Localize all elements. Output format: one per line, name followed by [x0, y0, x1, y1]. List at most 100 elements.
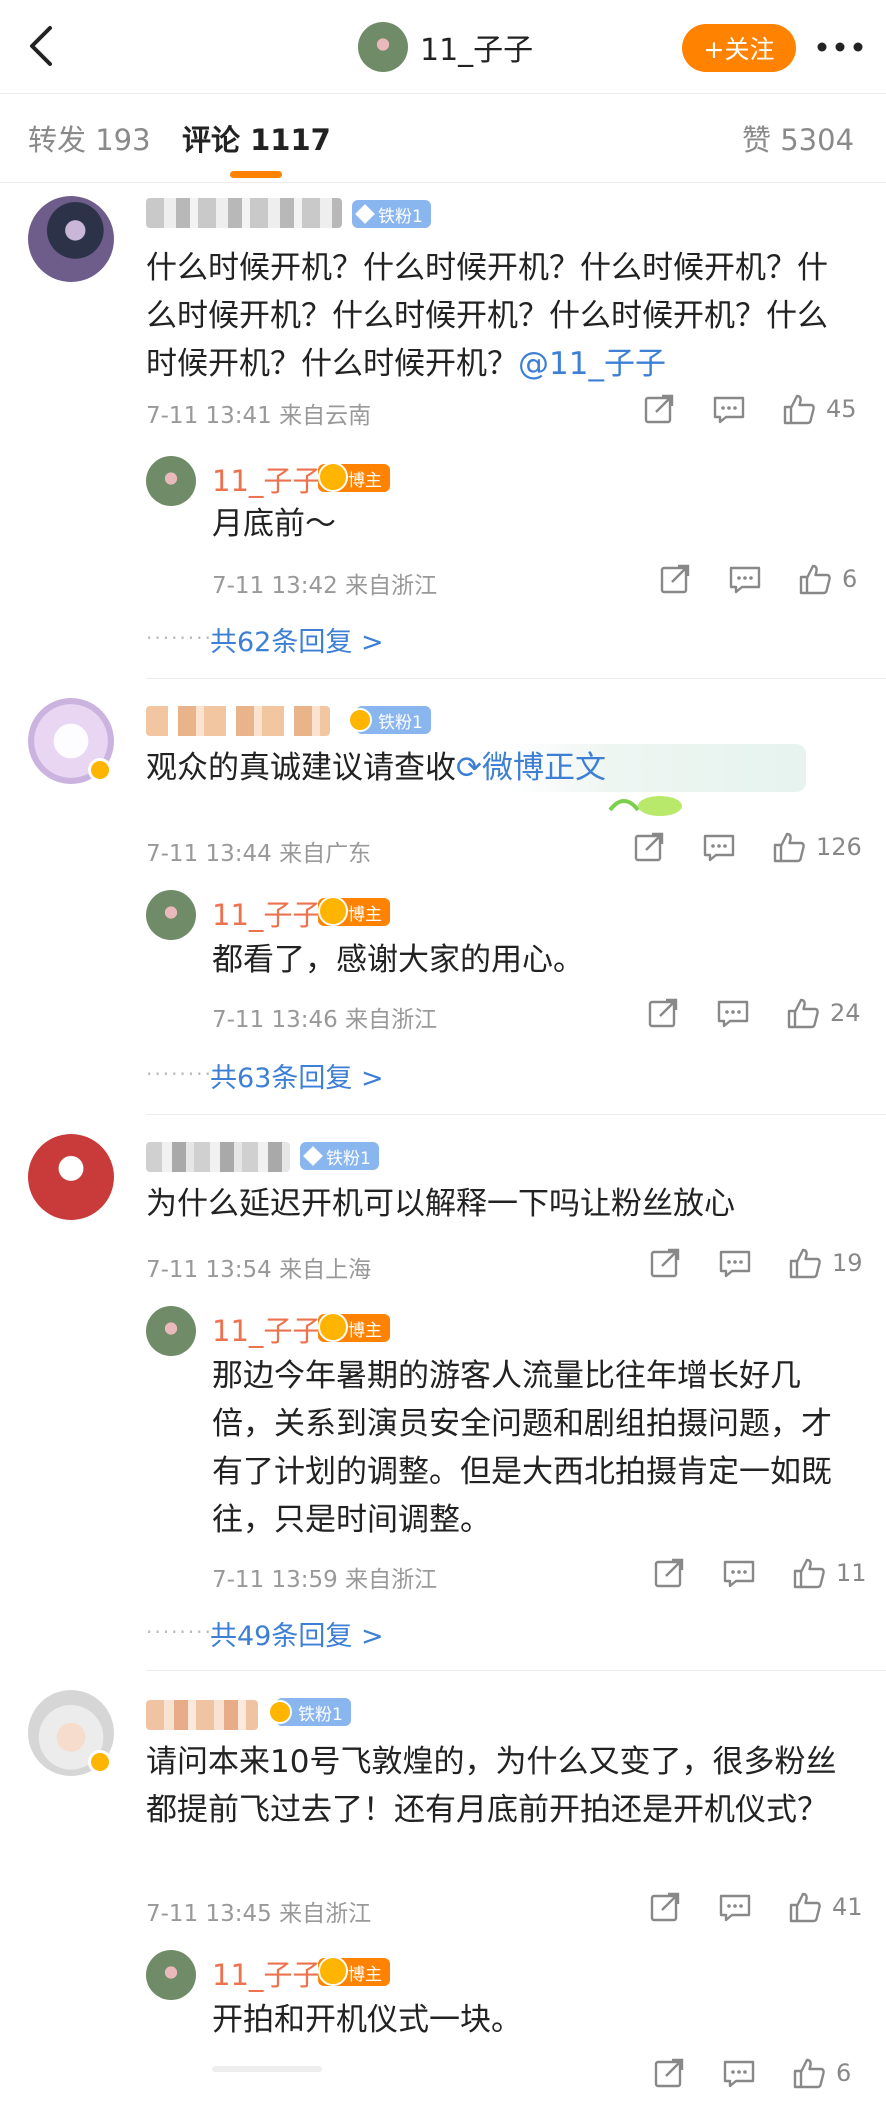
- crown-icon: [268, 1700, 292, 1724]
- more-replies-link[interactable]: 共63条回复 >: [210, 1056, 384, 1095]
- like-icon[interactable]: [788, 1246, 822, 1280]
- share-icon[interactable]: [646, 996, 680, 1030]
- divider: [146, 678, 886, 679]
- divider: [146, 1670, 886, 1671]
- like-icon[interactable]: [788, 1890, 822, 1924]
- top-bar: 11_子子 +关注: [0, 0, 886, 94]
- reply-username[interactable]: 11_子子: [212, 1308, 321, 1350]
- reply-text: 月底前～: [212, 506, 336, 542]
- comment-text: 观众的真诚建议请查收⟳微博正文: [146, 744, 806, 792]
- host-badge[interactable]: 博主: [318, 462, 390, 492]
- blurred-username[interactable]: [146, 706, 330, 736]
- host-badge[interactable]: 博主: [318, 1956, 390, 1986]
- crown-icon: [318, 1956, 348, 1986]
- comment-meta: 7-11 13:44 来自广东: [146, 841, 372, 867]
- reply-meta: 7-11 13:46 来自浙江: [212, 1007, 438, 1033]
- tab-comments[interactable]: 评论 1117: [182, 117, 331, 159]
- share-icon[interactable]: [648, 1246, 682, 1280]
- share-icon[interactable]: [648, 1890, 682, 1924]
- comment-actions: 45: [642, 392, 866, 426]
- link-icon: ⟳: [456, 750, 482, 786]
- like-count: 6: [842, 565, 858, 593]
- reply-username[interactable]: 11_子子: [212, 892, 321, 934]
- mention-link[interactable]: @11_子子: [518, 346, 666, 382]
- like-icon[interactable]: [786, 996, 820, 1030]
- comment-actions: 126: [632, 830, 862, 864]
- blurred-username[interactable]: [146, 1142, 290, 1172]
- comment-icon[interactable]: [716, 996, 750, 1030]
- reply-text: 那边今年暑期的游客人流量比往年增长好几倍，关系到演员安全问题和剧组拍摄问题，才有…: [212, 1358, 832, 1538]
- comment-meta: 7-11 13:45 来自浙江: [146, 1901, 372, 1927]
- blurred-username[interactable]: [146, 198, 342, 228]
- more-dots-icon[interactable]: [812, 30, 868, 64]
- more-replies-link[interactable]: 共49条回复 >: [210, 1614, 384, 1653]
- chevron-left-icon[interactable]: [22, 24, 62, 68]
- fan-badge[interactable]: 铁粉1: [300, 1142, 379, 1170]
- avatar[interactable]: [146, 890, 196, 940]
- crown-icon: [318, 1312, 348, 1342]
- tab-repost[interactable]: 转发 193: [28, 117, 151, 159]
- comment-text: 为什么延迟开机可以解释一下吗让粉丝放心: [146, 1186, 735, 1222]
- tab-likes[interactable]: 赞 5304: [742, 117, 854, 159]
- crown-icon: [348, 708, 372, 732]
- reply-meta: 7-11 13:59 来自浙江: [212, 1567, 438, 1593]
- comment-actions: 41: [648, 1890, 872, 1924]
- comment-icon[interactable]: [722, 1556, 756, 1590]
- comment-icon[interactable]: [728, 562, 762, 596]
- reply-actions: 11: [652, 1556, 876, 1590]
- share-icon[interactable]: [632, 830, 666, 864]
- like-count: 24: [830, 999, 861, 1027]
- verified-icon: [88, 1750, 112, 1774]
- tab-indicator: [230, 171, 282, 178]
- like-count: 126: [816, 833, 862, 861]
- avatar[interactable]: [146, 456, 196, 506]
- fan-badge[interactable]: 铁粉1: [352, 200, 431, 228]
- share-icon[interactable]: [652, 1556, 686, 1590]
- reply-username[interactable]: 11_子子: [212, 1952, 321, 1994]
- like-icon[interactable]: [792, 2056, 826, 2090]
- comment-text: 请问本来10号飞敦煌的，为什么又变了，很多粉丝都提前飞过去了！还有月底前开拍还是…: [146, 1744, 837, 1828]
- diamond-icon: [355, 204, 375, 224]
- like-count: 19: [832, 1249, 863, 1277]
- host-badge[interactable]: 博主: [318, 896, 390, 926]
- share-icon[interactable]: [658, 562, 692, 596]
- like-icon[interactable]: [782, 392, 816, 426]
- avatar[interactable]: [146, 1306, 196, 1356]
- avatar[interactable]: [146, 1950, 196, 2000]
- weibo-link[interactable]: ⟳微博正文: [456, 750, 606, 786]
- comment-icon[interactable]: [702, 830, 736, 864]
- comment-icon[interactable]: [722, 2056, 756, 2090]
- decor-sticker: [604, 780, 684, 820]
- reply-actions: 6: [652, 2056, 876, 2090]
- avatar[interactable]: [358, 22, 408, 72]
- host-badge[interactable]: 博主: [318, 1312, 390, 1342]
- share-icon[interactable]: [652, 2056, 686, 2090]
- comment-icon[interactable]: [712, 392, 746, 426]
- cut-off-meta: [212, 2066, 322, 2072]
- fan-badge[interactable]: 铁粉1: [268, 1698, 351, 1726]
- reply-username[interactable]: 11_子子: [212, 458, 321, 500]
- page-title[interactable]: 11_子子: [358, 22, 533, 72]
- reply-text: 都看了，感谢大家的用心。: [212, 942, 584, 978]
- thread-dots: ········: [146, 1062, 213, 1086]
- like-icon[interactable]: [792, 1556, 826, 1590]
- blurred-username[interactable]: [146, 1700, 258, 1730]
- avatar[interactable]: [28, 196, 114, 282]
- fan-badge[interactable]: 铁粉1: [348, 706, 431, 734]
- crown-icon: [318, 896, 348, 926]
- like-icon[interactable]: [798, 562, 832, 596]
- more-replies-link[interactable]: 共62条回复 >: [210, 620, 384, 659]
- like-icon[interactable]: [772, 830, 806, 864]
- verified-icon: [88, 758, 112, 782]
- comment-meta: 7-11 13:41 来自云南: [146, 403, 372, 429]
- crown-icon: [318, 462, 348, 492]
- like-count: 6: [836, 2059, 852, 2087]
- share-icon[interactable]: [642, 392, 676, 426]
- page-title-text: 11_子子: [420, 33, 534, 68]
- comment-text: 什么时候开机？什么时候开机？什么时候开机？什么时候开机？什么时候开机？什么时候开…: [146, 250, 828, 382]
- follow-button[interactable]: +关注: [682, 24, 796, 72]
- thread-dots: ········: [146, 1620, 213, 1644]
- avatar[interactable]: [28, 1134, 114, 1220]
- comment-icon[interactable]: [718, 1890, 752, 1924]
- comment-icon[interactable]: [718, 1246, 752, 1280]
